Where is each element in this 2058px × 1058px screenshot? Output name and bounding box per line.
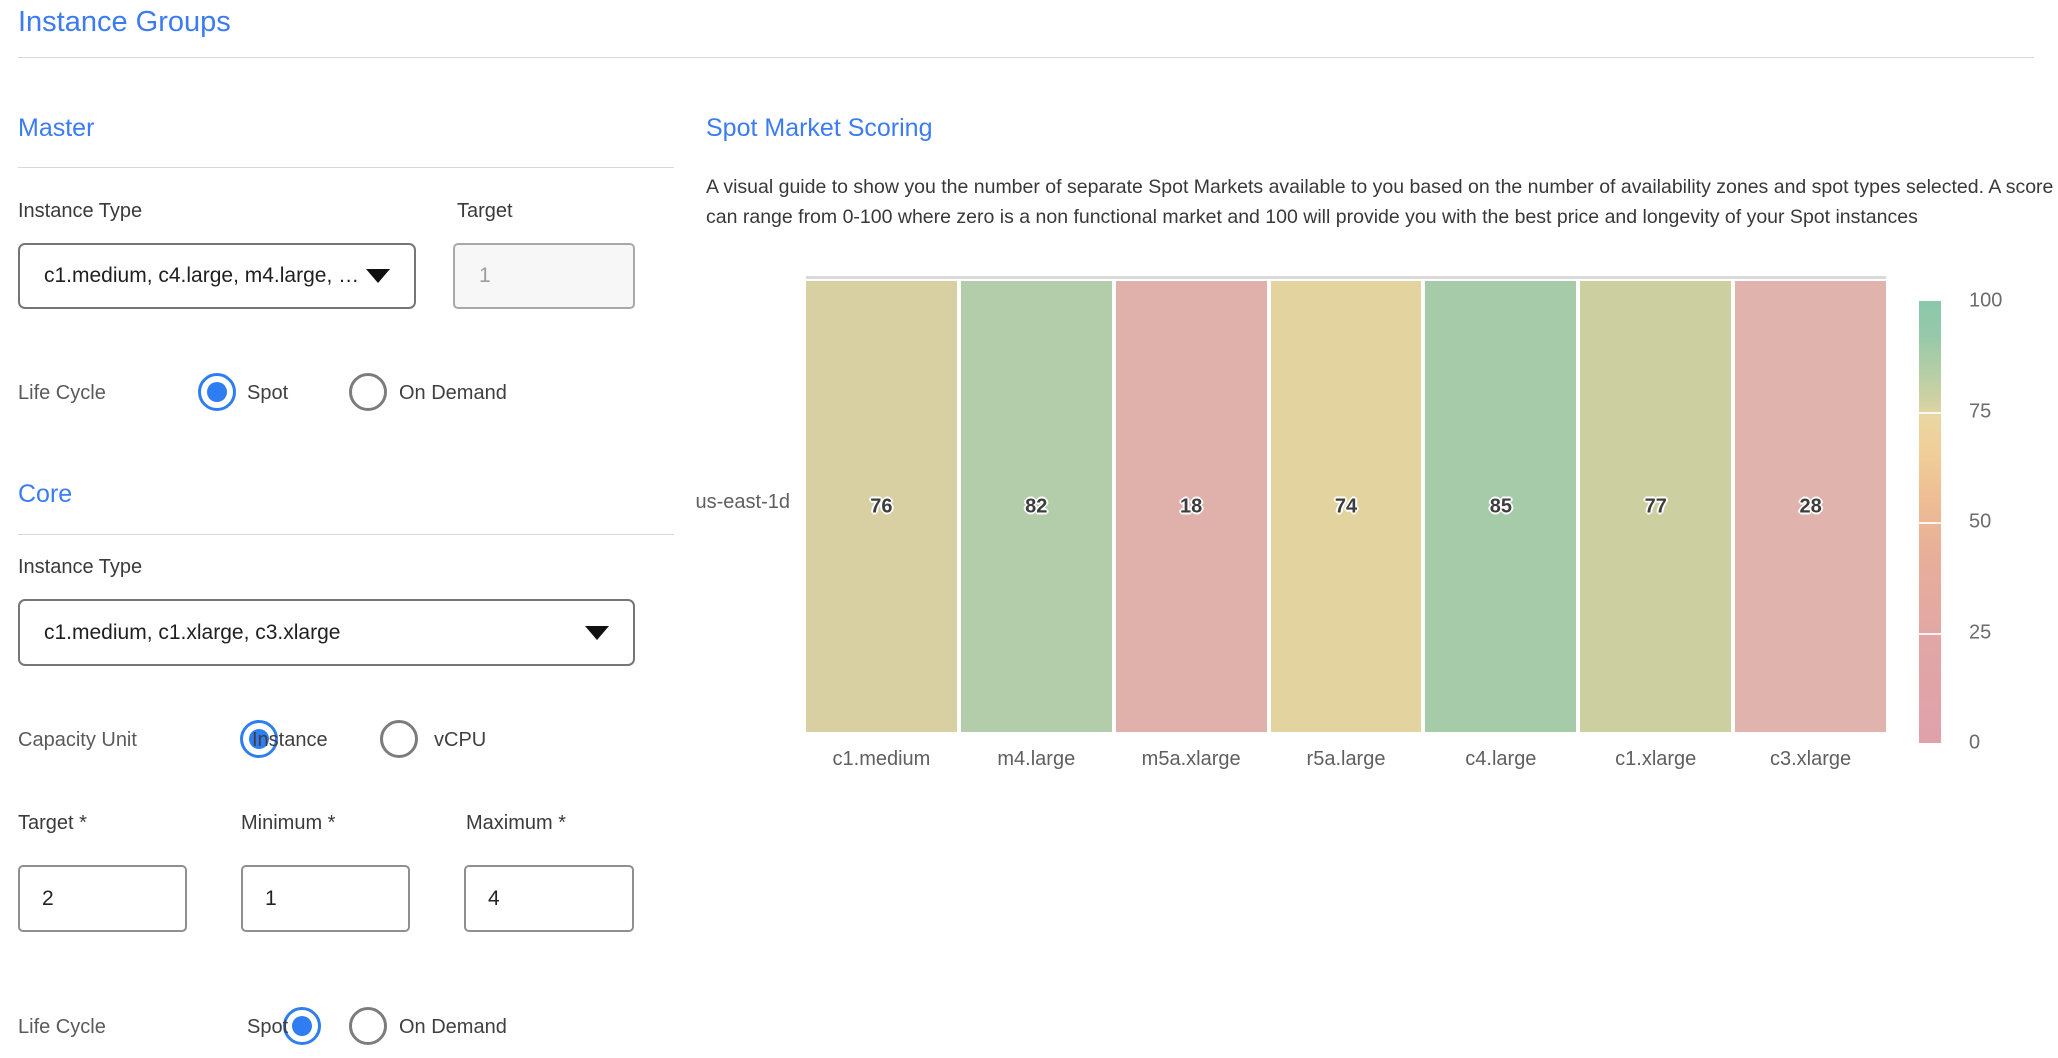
heatmap-cell-c1.medium: 76: [806, 281, 957, 732]
core-instance-type-label: Instance Type: [18, 556, 142, 579]
colorbar-tick: 100: [1969, 290, 2002, 313]
heatmap-cell-value: 28: [1799, 495, 1821, 518]
chevron-down-icon: [366, 269, 390, 283]
heatmap-cell-r5a.large: 74: [1271, 281, 1422, 732]
master-life-cycle-radio-spot[interactable]: [198, 373, 236, 411]
heatmap-cell-m4.large: 82: [961, 281, 1112, 732]
core-instance-type-value: c1.medium, c1.xlarge, c3.xlarge: [44, 621, 340, 645]
heatmap-cell-m5a.xlarge: 18: [1116, 281, 1267, 732]
heatmap-x-labels: c1.mediumm4.largem5a.xlarger5a.largec4.l…: [806, 748, 1886, 771]
chevron-down-icon: [585, 626, 609, 640]
heatmap-cell-value: 74: [1335, 495, 1357, 518]
heatmap-x-label: c4.large: [1425, 748, 1576, 771]
heatmap-x-label: m4.large: [961, 748, 1112, 771]
colorbar-separator: [1919, 412, 1941, 414]
core-capacity-unit-radio-vcpu[interactable]: [380, 720, 418, 758]
heatmap-cell-c1.xlarge: 77: [1580, 281, 1731, 732]
core-life-cycle-radio-spot[interactable]: [283, 1007, 321, 1045]
master-instance-type-label: Instance Type: [18, 200, 142, 223]
core-life-cycle-label: Life Cycle: [18, 1016, 106, 1039]
heatmap-x-label: c1.xlarge: [1580, 748, 1731, 771]
divider: [18, 57, 2034, 58]
divider: [18, 534, 674, 535]
master-life-cycle-radio-on-demand[interactable]: [349, 373, 387, 411]
heatmap-cell-value: 85: [1490, 495, 1512, 518]
core-maximum-label: Maximum *: [466, 812, 566, 835]
master-section-heading: Master: [18, 114, 94, 143]
heatmap-cell-value: 76: [870, 495, 892, 518]
core-section-heading: Core: [18, 480, 72, 509]
heatmap-x-label: m5a.xlarge: [1116, 748, 1267, 771]
heatmap-x-label: c3.xlarge: [1735, 748, 1886, 771]
heatmap-cell-value: 82: [1025, 495, 1047, 518]
heatmap-x-label: c1.medium: [806, 748, 957, 771]
colorbar-tick: 0: [1969, 732, 1980, 755]
heatmap-row-label: us-east-1d: [636, 491, 790, 514]
core-target-label: Target *: [18, 812, 87, 835]
core-instance-type-dropdown[interactable]: c1.medium, c1.xlarge, c3.xlarge: [18, 599, 635, 666]
heatmap-cell-c3.xlarge: 28: [1735, 281, 1886, 732]
colorbar-tick: 50: [1969, 511, 1991, 534]
master-life-cycle-spot-label: Spot: [247, 382, 288, 405]
core-maximum-input[interactable]: [464, 865, 634, 932]
colorbar-tick: 75: [1969, 400, 1991, 423]
master-target-input[interactable]: [453, 243, 635, 309]
heatmap-cell-value: 77: [1645, 495, 1667, 518]
core-life-cycle-on-demand-label: On Demand: [399, 1016, 507, 1039]
spot-market-scoring-description: A visual guide to show you the number of…: [706, 172, 2054, 232]
master-instance-type-dropdown[interactable]: c1.medium, c4.large, m4.large, …: [18, 243, 416, 309]
core-minimum-label: Minimum *: [241, 812, 335, 835]
colorbar-separator: [1919, 522, 1941, 524]
core-target-input[interactable]: [18, 865, 187, 932]
page-title: Instance Groups: [18, 6, 231, 39]
core-capacity-unit-label: Capacity Unit: [18, 729, 137, 752]
master-life-cycle-label: Life Cycle: [18, 382, 106, 405]
master-instance-type-value: c1.medium, c4.large, m4.large, …: [44, 264, 359, 288]
instance-groups-page: Instance Groups Master Instance Type c1.…: [0, 0, 2058, 1058]
core-capacity-unit-vcpu-label: vCPU: [434, 729, 486, 752]
core-capacity-unit-instance-label: Instance: [252, 729, 328, 752]
core-minimum-input[interactable]: [241, 865, 410, 932]
heatmap-x-label: r5a.large: [1271, 748, 1422, 771]
heatmap-cell-c4.large: 85: [1425, 281, 1576, 732]
divider: [18, 167, 674, 168]
master-life-cycle-on-demand-label: On Demand: [399, 382, 507, 405]
core-life-cycle-spot-label: Spot: [247, 1016, 288, 1039]
heatmap-row: 76 82 18 74 85 77 28: [806, 276, 1886, 732]
core-life-cycle-radio-on-demand[interactable]: [349, 1007, 387, 1045]
heatmap-colorbar: 1007550250: [1919, 301, 2058, 743]
colorbar-separator: [1919, 633, 1941, 635]
spot-market-scoring-heading: Spot Market Scoring: [706, 114, 933, 143]
master-target-label: Target: [457, 200, 513, 223]
colorbar-tick: 25: [1969, 621, 1991, 644]
heatmap-cell-value: 18: [1180, 495, 1202, 518]
